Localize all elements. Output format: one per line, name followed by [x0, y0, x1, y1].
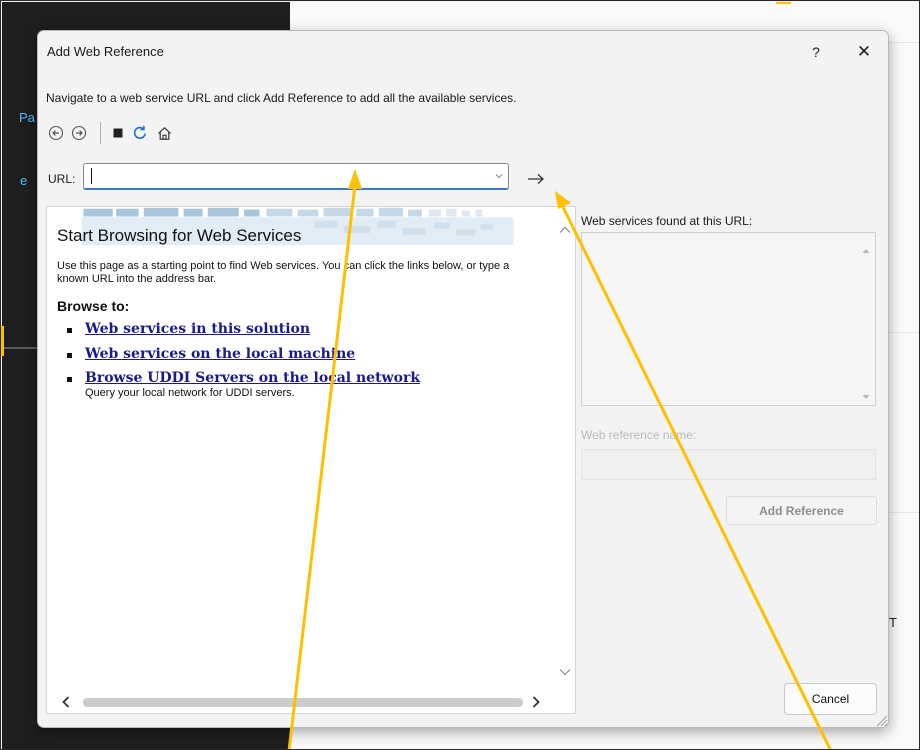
services-found-list[interactable]	[581, 232, 876, 406]
dialog-titlebar: Add Web Reference ? ✕	[38, 31, 888, 73]
forward-icon[interactable]	[69, 123, 89, 143]
scroll-down-icon[interactable]	[558, 665, 572, 679]
horizontal-scroll-thumb[interactable]	[83, 698, 523, 707]
browser-toolbar	[46, 121, 206, 147]
home-icon[interactable]	[154, 123, 174, 143]
uddi-description: Query your local network for UDDI server…	[85, 387, 295, 399]
url-label: URL:	[48, 172, 76, 186]
back-icon[interactable]	[46, 123, 66, 143]
text-caret	[91, 168, 92, 184]
web-reference-name-label: Web reference name:	[581, 428, 697, 442]
scroll-down-icon[interactable]	[861, 389, 871, 399]
instruction-text: Navigate to a web service URL and click …	[46, 91, 517, 105]
bullet	[67, 353, 72, 358]
screenshot-frame: Pa e T Add Web Reference ? ✕ Navigate to…	[0, 0, 920, 750]
vertical-scrollbar[interactable]	[555, 207, 575, 687]
cancel-button[interactable]: Cancel	[784, 683, 877, 715]
toolbar-separator	[100, 122, 101, 144]
browser-pane: Start Browsing for Web Services Use this…	[46, 206, 576, 714]
resize-grip-icon[interactable]	[872, 711, 888, 727]
url-input[interactable]	[90, 167, 480, 186]
go-arrow-button[interactable]	[525, 169, 547, 189]
link-web-services-solution[interactable]: Web services in this solution	[85, 321, 310, 337]
web-reference-name-input[interactable]	[581, 449, 876, 480]
scroll-left-icon[interactable]	[59, 695, 73, 709]
scroll-right-icon[interactable]	[529, 695, 543, 709]
link-browse-uddi-servers[interactable]: Browse UDDI Servers on the local network	[85, 370, 420, 386]
scroll-up-icon[interactable]	[558, 223, 572, 237]
dialog-title: Add Web Reference	[47, 44, 164, 59]
add-reference-button[interactable]: Add Reference	[726, 496, 877, 525]
bullet	[67, 328, 72, 333]
bullet	[67, 377, 72, 382]
stop-icon[interactable]	[108, 123, 128, 143]
browse-to-heading: Browse to:	[57, 298, 130, 314]
scroll-up-icon[interactable]	[861, 243, 871, 253]
services-found-label: Web services found at this URL:	[581, 214, 753, 228]
url-combobox[interactable]	[83, 163, 509, 190]
browser-intro-text: Use this page as a starting point to fin…	[57, 260, 510, 285]
chevron-down-icon[interactable]	[492, 169, 506, 183]
add-web-reference-dialog: Add Web Reference ? ✕ Navigate to a web …	[37, 30, 889, 728]
browser-heading: Start Browsing for Web Services	[57, 226, 302, 245]
refresh-icon[interactable]	[130, 123, 150, 143]
close-button[interactable]: ✕	[850, 40, 878, 64]
horizontal-scrollbar[interactable]	[47, 691, 555, 713]
help-button[interactable]: ?	[803, 40, 829, 64]
link-web-services-local-machine[interactable]: Web services on the local machine	[85, 346, 355, 362]
